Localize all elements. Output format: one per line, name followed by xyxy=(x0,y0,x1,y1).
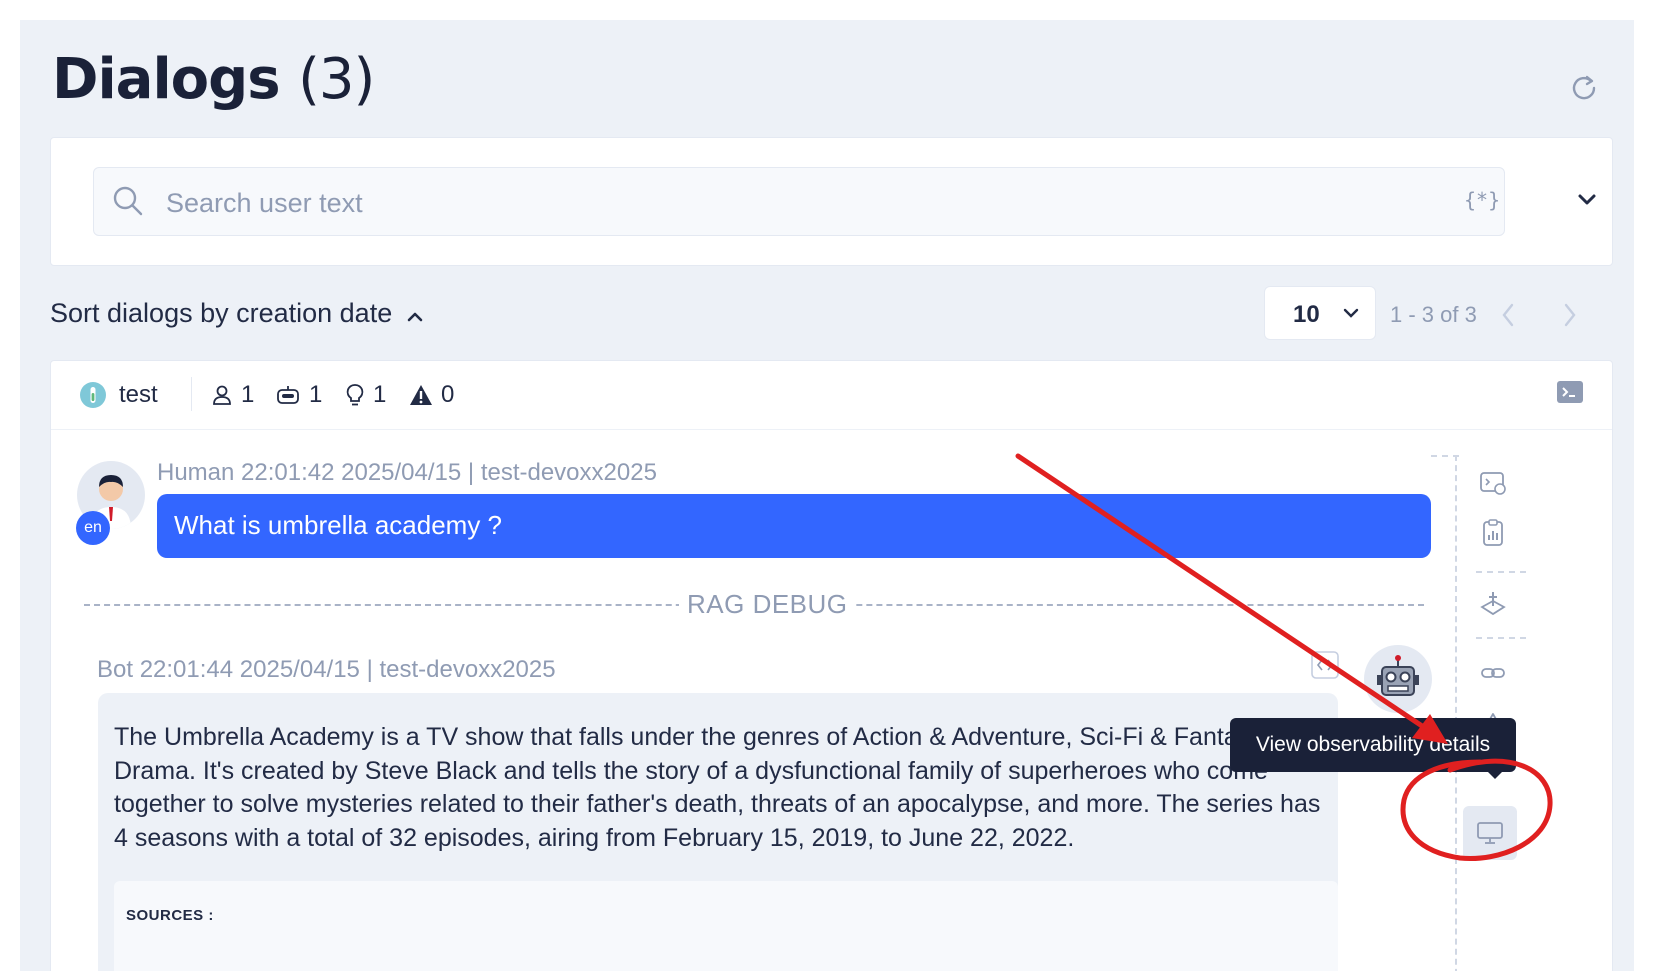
page-title: Dialogs (3) xyxy=(52,47,375,112)
connector-icon xyxy=(80,382,106,408)
anchor-icon[interactable] xyxy=(1479,589,1507,617)
dialogs-panel: Dialogs (3) {*} Sort dialogs by creation… xyxy=(20,20,1634,971)
regex-icon[interactable]: {*} xyxy=(1464,188,1500,212)
connector-label: test xyxy=(119,381,158,408)
observability-button[interactable] xyxy=(1463,806,1517,860)
page-size-select[interactable]: 10 xyxy=(1264,286,1376,340)
page-size-value: 10 xyxy=(1293,301,1320,328)
bot-count: 1 xyxy=(275,381,322,409)
warning-icon xyxy=(410,385,432,405)
bot-message: The Umbrella Academy is a TV show that f… xyxy=(98,693,1338,971)
chevron-down-icon[interactable] xyxy=(1577,193,1597,212)
terminal-icon[interactable] xyxy=(1557,381,1583,408)
monitor-icon xyxy=(1477,822,1503,844)
search-card: {*} xyxy=(50,137,1613,266)
dialog-card: test 1 1 1 0 en Human 22:01:42 2025/04/1… xyxy=(50,360,1613,971)
bot-count-value: 1 xyxy=(309,381,323,408)
sources-label: SOURCES : xyxy=(126,907,214,924)
chevron-down-icon xyxy=(1343,308,1359,318)
page-title-text: Dialogs xyxy=(52,47,281,112)
search-input[interactable] xyxy=(164,184,1398,222)
action-rail xyxy=(1455,455,1459,971)
search-box: {*} xyxy=(93,167,1505,236)
refresh-icon[interactable] xyxy=(1568,72,1600,104)
link-icon[interactable] xyxy=(1479,659,1507,687)
lightbulb-icon xyxy=(346,384,364,406)
observability-tooltip: View observability details xyxy=(1230,718,1516,772)
tooltip-arrow xyxy=(1486,770,1504,779)
bot-message-meta: Bot 22:01:44 2025/04/15 | test-devoxx202… xyxy=(97,656,556,683)
sort-label: Sort dialogs by creation date xyxy=(50,298,393,328)
warning-count-value: 0 xyxy=(441,381,455,408)
chevron-up-icon xyxy=(406,298,424,329)
rail-divider xyxy=(1431,455,1459,457)
search-icon xyxy=(112,185,144,222)
sort-toggle[interactable]: Sort dialogs by creation date xyxy=(50,298,424,329)
chevron-left-icon[interactable] xyxy=(1500,302,1516,333)
chevron-right-icon[interactable] xyxy=(1562,302,1578,333)
bot-message-text: The Umbrella Academy is a TV show that f… xyxy=(114,723,1321,852)
pagination-range: 1 - 3 of 3 xyxy=(1390,302,1477,327)
rail-divider xyxy=(1476,637,1526,639)
language-badge: en xyxy=(76,511,110,545)
sources-box: SOURCES : xyxy=(114,881,1338,971)
warning-count: 0 xyxy=(409,381,454,409)
intent-count: 1 xyxy=(345,381,386,409)
human-message-meta: Human 22:01:42 2025/04/15 | test-devoxx2… xyxy=(157,459,657,486)
report-icon[interactable] xyxy=(1479,519,1507,547)
user-icon xyxy=(213,385,231,405)
rag-debug-label[interactable]: RAG DEBUG xyxy=(679,589,856,620)
robot-icon xyxy=(277,386,299,404)
user-count: 1 xyxy=(211,381,254,409)
dialog-count: (3) xyxy=(298,47,375,112)
rail-divider xyxy=(1476,571,1526,573)
human-message: What is umbrella academy ? xyxy=(157,494,1431,558)
dialog-header: test 1 1 1 0 xyxy=(51,361,1612,430)
header-divider xyxy=(191,377,192,411)
user-count-value: 1 xyxy=(241,381,255,408)
connector-badge: test xyxy=(79,381,158,409)
bot-avatar xyxy=(1364,645,1432,713)
terminal-plus-icon[interactable] xyxy=(1479,469,1507,497)
code-icon[interactable] xyxy=(1311,651,1339,684)
intent-count-value: 1 xyxy=(373,381,387,408)
